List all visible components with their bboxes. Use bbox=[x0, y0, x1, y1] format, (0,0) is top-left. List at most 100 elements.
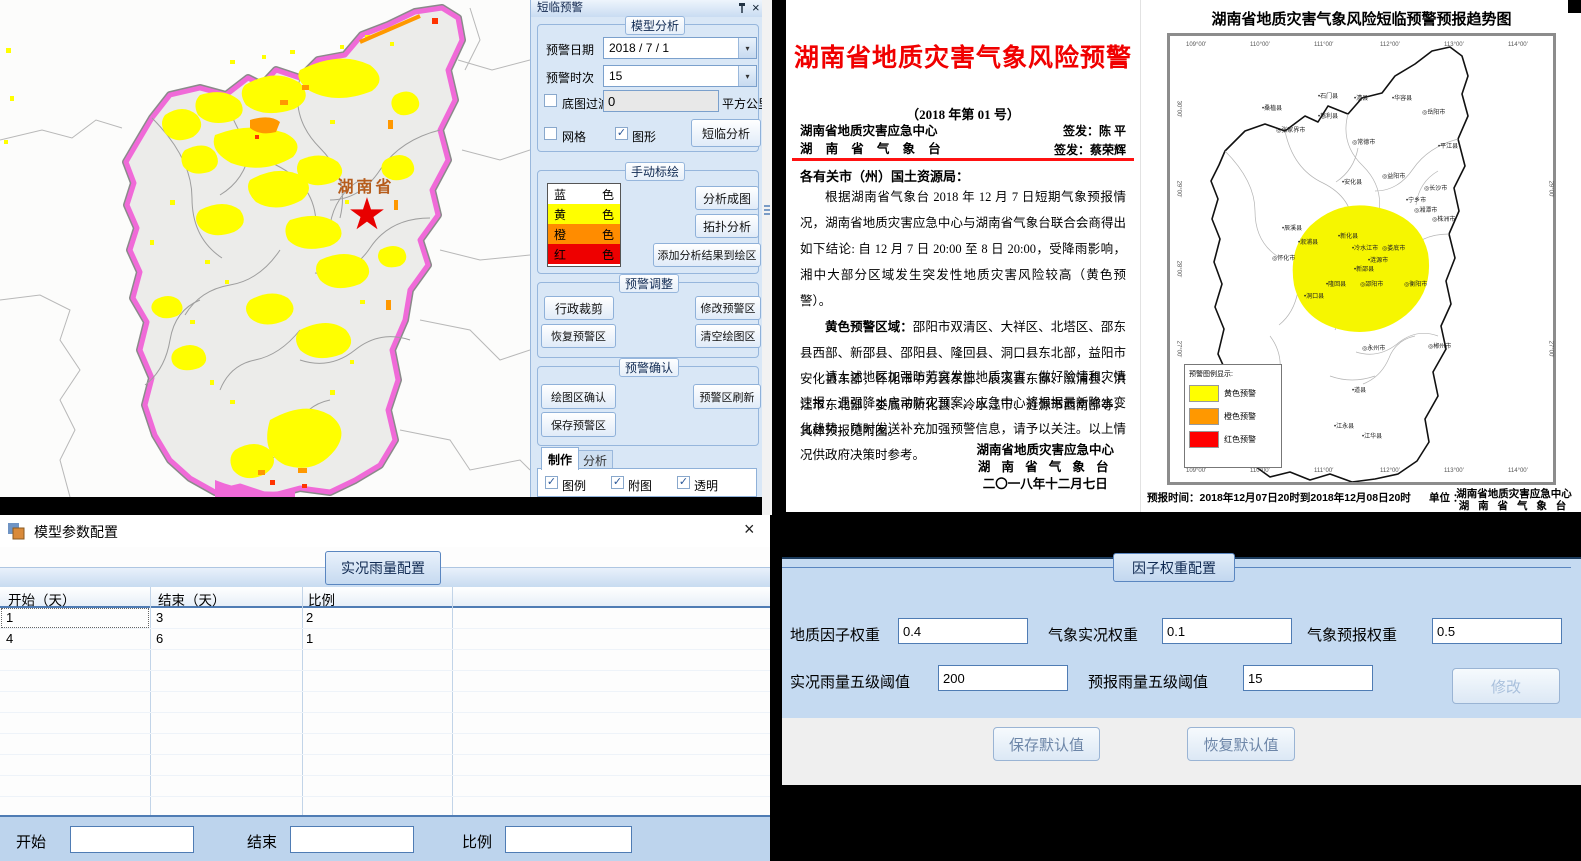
save-defaults-button[interactable]: 保存默认值 bbox=[993, 727, 1100, 761]
column-header-ratio[interactable]: 比例 bbox=[308, 589, 335, 609]
basemap-filter-checkbox[interactable] bbox=[544, 94, 557, 107]
transparent-checkbox[interactable]: ✓ bbox=[677, 476, 690, 489]
county-label: •隆回县 bbox=[1326, 282, 1346, 288]
add-result-button[interactable]: 添加分析结果到绘区 bbox=[653, 243, 761, 267]
pin-icon[interactable] bbox=[737, 2, 747, 14]
tab-make[interactable]: 制作 bbox=[541, 447, 579, 470]
filter-area-input[interactable] bbox=[603, 90, 719, 112]
selected-cell-outline bbox=[1, 608, 149, 628]
yellow-zone-lead: 黄色预警区域： bbox=[825, 320, 913, 334]
county-label: ◎邵阳市 bbox=[1360, 282, 1383, 288]
forecast-threshold-input[interactable] bbox=[1243, 665, 1373, 691]
county-label: •江永县 bbox=[1334, 424, 1354, 430]
cell-start[interactable]: 1 bbox=[6, 610, 13, 625]
forecast-threshold-label: 预报雨量五级阈值 bbox=[1088, 671, 1208, 692]
county-label: •新化县 bbox=[1338, 234, 1358, 240]
live-rainfall-group-title: 实况雨量配置 bbox=[325, 551, 441, 585]
legend-checkbox[interactable]: ✓ bbox=[545, 476, 558, 489]
document-org2: 湖 南 省 气 象 台 bbox=[800, 140, 946, 158]
cell-end[interactable]: 3 bbox=[156, 610, 163, 625]
geo-weight-input[interactable] bbox=[898, 618, 1028, 644]
save-warning-zone-button[interactable]: 保存预警区 bbox=[541, 412, 616, 437]
live-weather-weight-input[interactable] bbox=[1162, 618, 1292, 644]
dialog-title: 模型参数配置 bbox=[34, 522, 118, 542]
clear-draw-zone-button[interactable]: 清空绘图区 bbox=[695, 324, 761, 348]
column-header-start[interactable]: 开始（天） bbox=[8, 589, 76, 609]
shape-checkbox[interactable]: ✓ bbox=[615, 127, 628, 140]
legend-swatch-orange bbox=[1189, 408, 1219, 425]
dialog-titlebar[interactable]: 模型参数配置 × bbox=[0, 515, 770, 547]
document-footer-org2: 湖 南 省 气 象 台 bbox=[976, 459, 1114, 476]
draw-zone-confirm-button[interactable]: 绘图区确认 bbox=[541, 384, 616, 409]
color-item-red[interactable]: 红色 bbox=[548, 244, 620, 264]
document-title: 湖南省地质灾害气象风险预警 bbox=[786, 38, 1140, 74]
warning-document-page: 湖南省地质灾害气象风险预警 （2018 年第 01 号） 湖南省地质灾害应急中心… bbox=[786, 0, 1140, 512]
county-label: •新邵县 bbox=[1354, 267, 1374, 273]
ratio-label: 比例 bbox=[462, 831, 492, 852]
county-label: •江华县 bbox=[1362, 434, 1382, 440]
attach-map-checkbox[interactable]: ✓ bbox=[611, 476, 624, 489]
table-row[interactable]: 4 6 1 bbox=[0, 629, 770, 650]
warning-zone-refresh-button[interactable]: 预警区刷新 bbox=[693, 384, 761, 409]
color-item-orange[interactable]: 橙色 bbox=[548, 224, 620, 244]
county-label: ◎郴州市 bbox=[1428, 344, 1451, 350]
cell-ratio[interactable]: 1 bbox=[306, 631, 313, 646]
topology-analysis-button[interactable]: 拓扑分析 bbox=[695, 214, 759, 238]
chevron-down-icon[interactable]: ▾ bbox=[738, 38, 756, 58]
legend-swatch-red bbox=[1189, 431, 1219, 448]
document-org1: 湖南省地质灾害应急中心 bbox=[800, 122, 946, 140]
ratio-input[interactable] bbox=[505, 826, 632, 853]
close-icon[interactable]: × bbox=[752, 0, 760, 15]
cell-end[interactable]: 6 bbox=[156, 631, 163, 646]
forecast-weight-input[interactable] bbox=[1432, 618, 1562, 644]
table-row[interactable]: 1 3 2 bbox=[0, 608, 770, 629]
color-item-blue[interactable]: 蓝色 bbox=[548, 184, 620, 204]
county-label: •桑植县 bbox=[1262, 106, 1282, 112]
county-label: •冷水江市 bbox=[1352, 246, 1378, 252]
live-threshold-input[interactable] bbox=[938, 665, 1068, 691]
application-window: 湖南省 ★ 短临预警 × 模型分析 预警日期 2018 / 7 / 1 ▾ 预警… bbox=[0, 0, 1581, 861]
transparent-option-label: 透明 bbox=[694, 477, 718, 494]
model-analysis-group-title: 模型分析 bbox=[625, 16, 685, 35]
close-icon[interactable]: × bbox=[744, 519, 755, 540]
risk-map-canvas[interactable]: 湖南省 ★ bbox=[0, 0, 530, 497]
county-label: •辰溪县 bbox=[1282, 226, 1302, 232]
warning-time-combobox[interactable]: 15 ▾ bbox=[603, 65, 757, 87]
modify-button[interactable]: 修改 bbox=[1452, 668, 1560, 704]
warning-date-combobox[interactable]: 2018 / 7 / 1 ▾ bbox=[603, 37, 757, 59]
shape-label: 图形 bbox=[632, 128, 656, 145]
trend-map-page: 湖南省地质灾害气象风险短临预警预报趋势图 bbox=[1140, 0, 1581, 512]
unit-org1: 湖南省地质灾害应急中心 bbox=[1449, 488, 1579, 500]
analyze-to-map-button[interactable]: 分析成图 bbox=[695, 186, 759, 210]
legend-label: 黄色预警 bbox=[1224, 388, 1256, 399]
county-label: •石门县 bbox=[1318, 94, 1338, 100]
color-item-yellow[interactable]: 黄色 bbox=[548, 204, 620, 224]
county-label: •安化县 bbox=[1342, 180, 1362, 186]
legend-option-label: 图例 bbox=[562, 477, 586, 494]
modify-warning-zone-button[interactable]: 修改预警区 bbox=[695, 296, 761, 320]
model-parameter-dialog: 模型参数配置 × 实况雨量配置 开始（天） 结束（天） 比例 1 3 2 4 6… bbox=[0, 515, 770, 861]
factor-weight-panel: 因子权重配置 地质因子权重 气象实况权重 气象预报权重 实况雨量五级阈值 预报雨… bbox=[782, 557, 1581, 785]
column-header-end[interactable]: 结束（天） bbox=[158, 589, 226, 609]
restore-defaults-button[interactable]: 恢复默认值 bbox=[1187, 727, 1295, 761]
county-label: •华容县 bbox=[1392, 96, 1412, 102]
chevron-down-icon[interactable]: ▾ bbox=[738, 66, 756, 86]
start-input[interactable] bbox=[70, 826, 194, 853]
restore-warning-zone-button[interactable]: 恢复预警区 bbox=[541, 324, 616, 348]
admin-clip-button[interactable]: 行政裁剪 bbox=[544, 296, 614, 320]
cell-ratio[interactable]: 2 bbox=[306, 610, 313, 625]
geo-weight-label: 地质因子权重 bbox=[790, 624, 880, 645]
end-input[interactable] bbox=[290, 826, 414, 853]
warning-time-value: 15 bbox=[604, 69, 622, 83]
short-term-analyze-button[interactable]: 短临分析 bbox=[691, 119, 761, 147]
document-sign1: 签发：陈 平 bbox=[1054, 122, 1126, 141]
start-label: 开始 bbox=[16, 831, 46, 852]
legend-label: 红色预警 bbox=[1224, 434, 1256, 445]
cell-start[interactable]: 4 bbox=[6, 631, 13, 646]
unit-org2: 湖 南 省 气 象 台 bbox=[1449, 500, 1579, 512]
panel-scrollbar[interactable] bbox=[762, 0, 772, 515]
short-term-warning-panel: 短临预警 × 模型分析 预警日期 2018 / 7 / 1 ▾ 预警时次 15 … bbox=[530, 0, 763, 497]
grid-checkbox[interactable] bbox=[544, 127, 557, 140]
county-label: •澧县 bbox=[1354, 96, 1368, 102]
forecast-time-text: 预报时间：2018年12月07日20时到2018年12月08日20时 bbox=[1147, 490, 1411, 505]
